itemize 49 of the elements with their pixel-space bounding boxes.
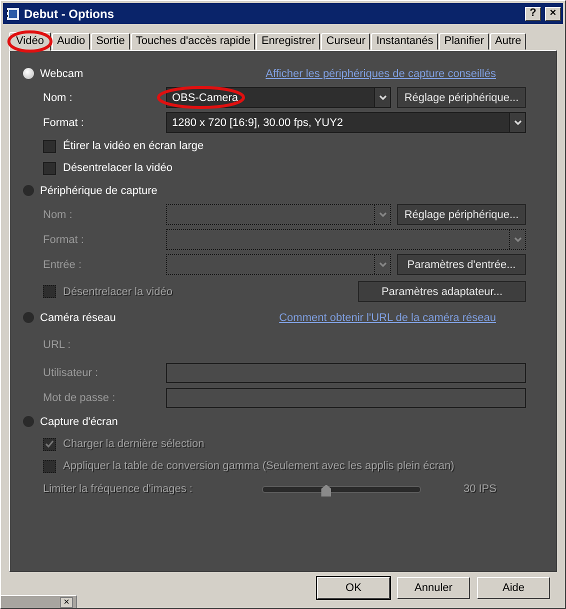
dropdown-caret-icon xyxy=(378,212,386,218)
checkbox-label: Appliquer la table de conversion gamma (Seulement avec les applis plein écran) xyxy=(63,460,454,472)
field-label: Nom : xyxy=(43,92,74,104)
dropdown-caret-icon xyxy=(378,94,386,100)
checkbox-label: Étirer la vidéo en écran large xyxy=(63,140,204,152)
close-button[interactable]: × xyxy=(545,6,561,20)
field-label: URL : xyxy=(43,338,72,350)
dialog-button[interactable]: Aide xyxy=(477,577,550,599)
radio-label: Webcam xyxy=(40,68,84,80)
close-button[interactable]: × xyxy=(60,597,73,608)
field-label: Limiter la fréquence d'images : xyxy=(43,483,192,495)
tab[interactable]: Sortie xyxy=(91,33,130,50)
help-button[interactable]: ? xyxy=(525,6,541,20)
tab[interactable]: Touches d'accès rapide xyxy=(130,33,256,50)
window-title: Debut - Options xyxy=(24,6,115,20)
dialog-button[interactable]: Annuler xyxy=(397,577,470,599)
radio-button[interactable] xyxy=(23,312,34,323)
radio-button[interactable] xyxy=(23,416,34,427)
tab[interactable]: Enregistrer xyxy=(256,33,320,50)
tab[interactable]: Instantanés xyxy=(371,33,438,50)
field-label: Entrée : xyxy=(43,258,83,270)
radio-label: Périphérique de capture xyxy=(40,184,158,196)
checkbox-label: Charger la dernière sélection xyxy=(63,438,204,450)
tab[interactable]: Planifier xyxy=(439,33,489,50)
checkbox[interactable] xyxy=(43,140,56,152)
dropdown-caret-icon xyxy=(378,262,386,268)
field-label: Utilisateur : xyxy=(43,366,100,378)
radio-button[interactable] xyxy=(23,185,34,196)
tab[interactable]: Audio xyxy=(52,33,90,50)
tab[interactable]: Curseur xyxy=(321,33,370,50)
checkbox[interactable] xyxy=(43,162,56,174)
dropdown-caret-icon xyxy=(514,236,522,242)
dropdown-field[interactable]: OBS-Camera xyxy=(166,87,391,108)
dialog-button[interactable]: OK xyxy=(317,577,390,599)
field-label: Mot de passe : xyxy=(43,392,116,404)
dropdown-field[interactable]: 1280 x 720 [16:9], 30.00 fps, YUY2 xyxy=(166,112,526,133)
field-label: Format : xyxy=(43,116,85,128)
dropdown-caret-icon xyxy=(514,120,522,126)
checkbox-label: Désentrelacer la vidéo xyxy=(63,162,172,174)
tab[interactable]: Autre xyxy=(490,33,526,50)
checkbox-label: Désentrelacer la vidéo xyxy=(63,286,172,298)
radio-label: Capture d'écran xyxy=(40,416,118,428)
tab[interactable]: Vidéo xyxy=(9,32,51,51)
field-label: Format : xyxy=(43,234,85,246)
radio-label: Caméra réseau xyxy=(40,312,116,324)
field-label: Nom : xyxy=(43,208,74,220)
slider-reading: 30 IPS xyxy=(463,483,496,495)
radio-button[interactable] xyxy=(23,68,34,79)
settings-button[interactable]: Réglage périphérique... xyxy=(397,87,526,108)
